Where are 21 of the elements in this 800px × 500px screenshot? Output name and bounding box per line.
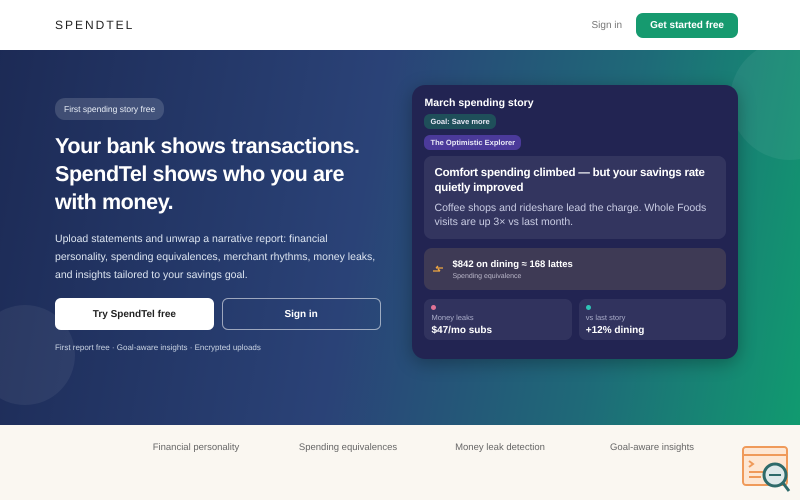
feature-label: Spending equivalences (298, 442, 398, 455)
get-started-button[interactable]: Get started free (636, 12, 738, 38)
hero-title: Your bank shows transactions. SpendTel shows who you are with money. (55, 133, 361, 216)
hero-footnote: First report free · Goal-aware insights · Encrypted uploads (55, 343, 261, 352)
browser-search-icon (741, 445, 791, 493)
card-title: March spending story (424, 97, 534, 109)
story-summary: Coffee shops and rideshare lead the charge. Whole Foods visits are up 3× vs last month. (434, 201, 708, 229)
feature-label: Goal-aware insights (609, 442, 695, 455)
sign-in-link[interactable]: Sign in (592, 20, 622, 30)
stat-value: $47/mo subs (431, 325, 492, 336)
story-headline: Comfort spending climbed — but your savings rate quietly improved (434, 166, 706, 196)
sign-in-button[interactable]: Sign in (222, 298, 380, 330)
feature-label: Financial personality (152, 442, 240, 455)
feature-label: Money leak detection (454, 442, 546, 455)
logo: SPENDTEL (55, 18, 134, 32)
exchange-icon (432, 264, 444, 274)
promo-badge: First spending story free (55, 98, 164, 120)
equivalence-value: $842 on dining ≈ 168 lattes (452, 258, 573, 270)
stat-value: +12% dining (586, 325, 644, 336)
try-free-button[interactable]: Try SpendTel free (55, 298, 214, 330)
hero-description: Upload statements and unwrap a narrative report: financial personality, spending equivalences, merchant rhythms, money leaks, and insights tailored to your savings goal. (55, 232, 376, 283)
